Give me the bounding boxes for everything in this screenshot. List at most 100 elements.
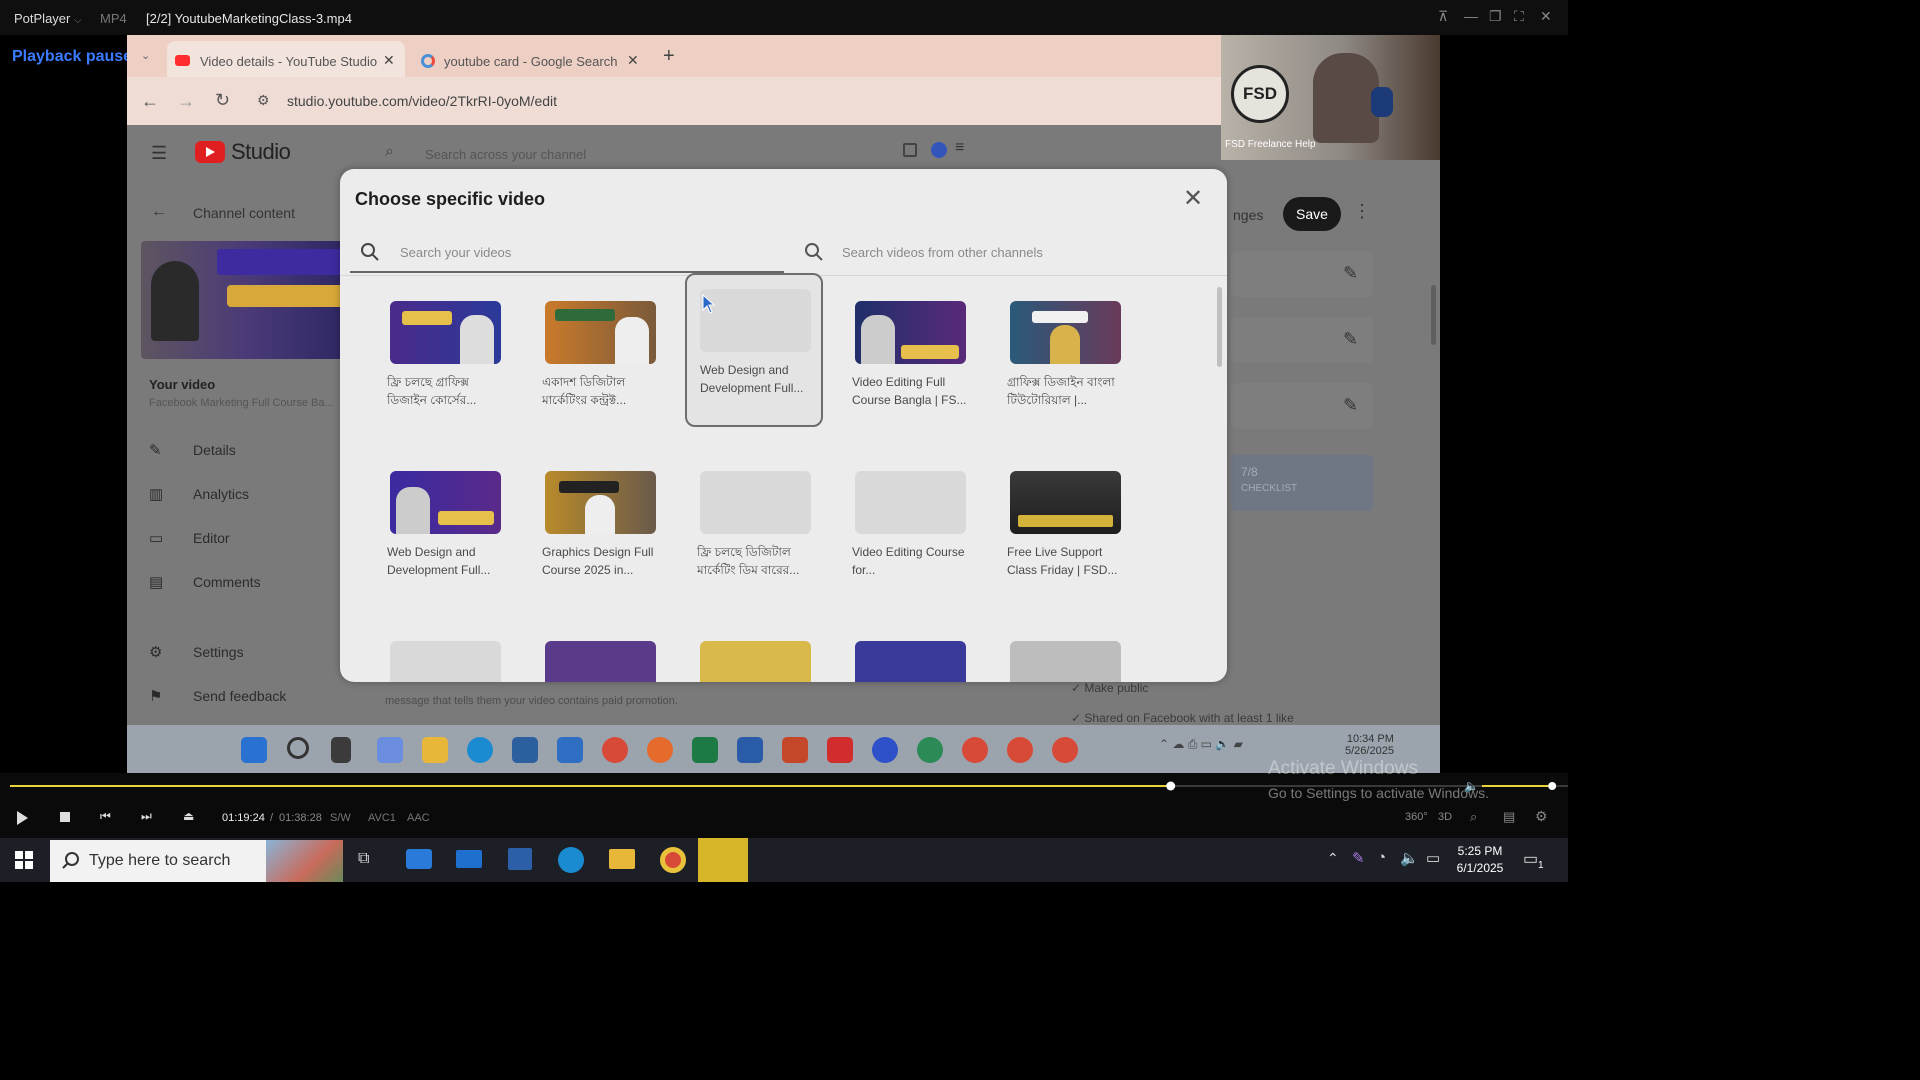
video-card[interactable] [685,627,823,682]
recorded-taskbar: ⌃ ☁ ⎙ ▭ 🔈 ▰ 10:34 PM 5/26/2025 [127,725,1440,773]
close-icon[interactable]: ✕ [1540,8,1552,25]
eject-icon[interactable]: ⏏ [183,809,194,823]
codec-sw[interactable]: S/W [330,812,351,824]
search-own-videos[interactable]: Search your videos [350,231,784,273]
more-options-icon[interactable]: ⋮ [1353,201,1371,222]
fullscreen-icon[interactable]: ⛶ [1514,8,1524,25]
restore-icon[interactable]: ❐ [1489,8,1502,25]
reload-icon[interactable]: ↻ [215,90,230,111]
close-tab-icon[interactable]: ✕ [627,52,639,69]
windows-search-box[interactable]: Type here to search [50,840,343,882]
clock-date: 6/1/2025 [1456,861,1504,875]
edit-field-card[interactable]: ✎ [1231,317,1373,363]
tab-label: youtube card - Google Search [444,54,618,69]
pin-icon[interactable]: ⊼ [1438,8,1448,25]
video-card[interactable] [840,627,978,682]
edge-icon[interactable] [558,847,584,873]
undo-changes-button[interactable]: nges [1233,207,1263,223]
potplayer-taskbar-button[interactable] [698,838,748,882]
youtube-logo-icon[interactable] [195,141,225,163]
edit-pencil-icon[interactable]: ✎ [1343,263,1358,284]
new-tab-icon[interactable]: + [663,45,675,68]
potplayer-menu-button[interactable]: PotPlayer ⌵ [14,11,82,26]
minimize-icon[interactable]: — [1464,8,1478,24]
video-card[interactable] [995,627,1133,682]
volume-handle[interactable] [1548,782,1557,790]
tab-list-chevron-icon[interactable]: ⌄ [141,49,150,62]
mail-icon[interactable] [456,850,482,868]
windows-start-icon[interactable] [15,851,33,869]
zoom-icon[interactable]: ⌕ [1470,809,1477,825]
back-arrow-icon[interactable]: ← [151,203,167,221]
video-thumbnail [545,301,656,364]
video-card[interactable]: একাদশ ডিজিটাল মার্কেটিংর কন্ট্রক্ট... [530,287,668,439]
speaker-icon[interactable]: 🔈 [1400,849,1419,867]
tab-google-search[interactable]: youtube card - Google Search ✕ [415,41,647,77]
sidebar-item-label: Analytics [193,486,250,502]
back-icon[interactable]: ← [141,91,159,112]
studio-search-input[interactable]: Search across your channel [425,147,586,162]
vr360-button[interactable]: 360° [1405,811,1428,823]
chrome-icon [602,737,628,763]
video-card[interactable]: Web Design and Development Full... [375,457,513,609]
checklist-card[interactable]: 7/8 CHECKLIST [1231,455,1373,511]
next-icon[interactable]: ⏭ [141,809,152,824]
video-card[interactable]: Graphics Design Full Course 2025 in... [530,457,668,609]
notifications-icon[interactable]: ▭ [1523,849,1538,869]
file-explorer-icon[interactable] [609,849,635,869]
previous-icon[interactable]: ⏮ [100,809,111,824]
video-card[interactable] [375,627,513,682]
video-card[interactable]: গ্রাফিক্স ডিজাইন বাংলা টিউটোরিয়াল |... [995,287,1133,439]
page-scrollbar[interactable] [1431,285,1436,345]
dialog-scrollbar[interactable] [1217,287,1222,367]
play-icon[interactable] [17,811,28,825]
menu-icon[interactable]: ☰ [151,143,167,164]
video-card[interactable]: ফ্রি চলছে গ্রাফিক্স ডিজাইন কোর্সের... [375,287,513,439]
clock[interactable]: 5:25 PM 6/1/2025 [1452,844,1508,875]
video-card[interactable]: Video Editing Full Course Bangla | FS... [840,287,978,439]
video-thumbnail[interactable] [141,241,351,359]
paid-promotion-note: message that tells them your video conta… [385,695,678,707]
create-icon[interactable] [903,143,917,157]
forward-icon[interactable]: → [177,91,195,112]
task-view-icon[interactable]: ⧉ [358,850,369,868]
tab-youtube-studio[interactable]: Video details - YouTube Studio ✕ [167,41,405,77]
seek-handle[interactable] [1166,781,1176,791]
battery-icon[interactable]: ▭ [1426,849,1440,867]
settings-gear-icon[interactable]: ⚙ [1535,808,1548,825]
pen-icon[interactable]: ✎ [1352,849,1365,867]
close-dialog-icon[interactable]: ✕ [1178,185,1208,215]
tray-overflow-icon[interactable]: ⌃ [1327,850,1339,867]
video-card[interactable]: Free Live Support Class Friday | FSD... [995,457,1133,609]
recorded-clock: 10:34 PM 5/26/2025 [1345,733,1394,757]
3d-button[interactable]: 3D [1438,811,1452,823]
codec-audio[interactable]: AAC [407,812,430,824]
close-tab-icon[interactable]: ✕ [383,52,395,69]
store-icon[interactable] [508,848,532,870]
url-field[interactable]: studio.youtube.com/video/2TkrRI-0yoM/edi… [287,93,557,109]
video-card[interactable]: ফ্রি চলছে ডিজিটাল মার্কেটিং ডিম বারের... [685,457,823,609]
video-card[interactable]: Video Editing Course for... [840,457,978,609]
save-button[interactable]: Save [1283,197,1341,231]
search-other-channels[interactable]: Search videos from other channels [794,231,1214,273]
codec-video[interactable]: AVC1 [368,812,396,824]
playlist-icon[interactable]: ▤ [1503,809,1515,825]
avatar[interactable] [931,142,947,158]
microphone-icon [1371,87,1393,117]
video-card[interactable] [530,627,668,682]
network-icon[interactable]: ◔ [1377,849,1386,866]
edit-pencil-icon[interactable]: ✎ [1343,395,1358,416]
more-menu-icon[interactable]: ≡ [955,139,964,157]
volume-slider[interactable]: 🔈 [1464,779,1564,793]
edit-field-card[interactable]: ✎ [1231,251,1373,297]
video-thumbnail-placeholder [700,289,811,352]
edit-pencil-icon[interactable]: ✎ [1343,329,1358,350]
channel-content-link[interactable]: Channel content [193,205,295,221]
site-info-icon[interactable]: ⚙ [257,92,270,109]
edit-field-card[interactable]: ✎ [1231,383,1373,429]
tray-icons: ⌃ ☁ ⎙ ▭ 🔈 ▰ [1159,737,1243,751]
chrome-icon[interactable] [660,847,686,873]
app-icon[interactable] [406,849,432,869]
video-thumbnail [390,301,501,364]
stop-icon[interactable] [60,812,70,822]
